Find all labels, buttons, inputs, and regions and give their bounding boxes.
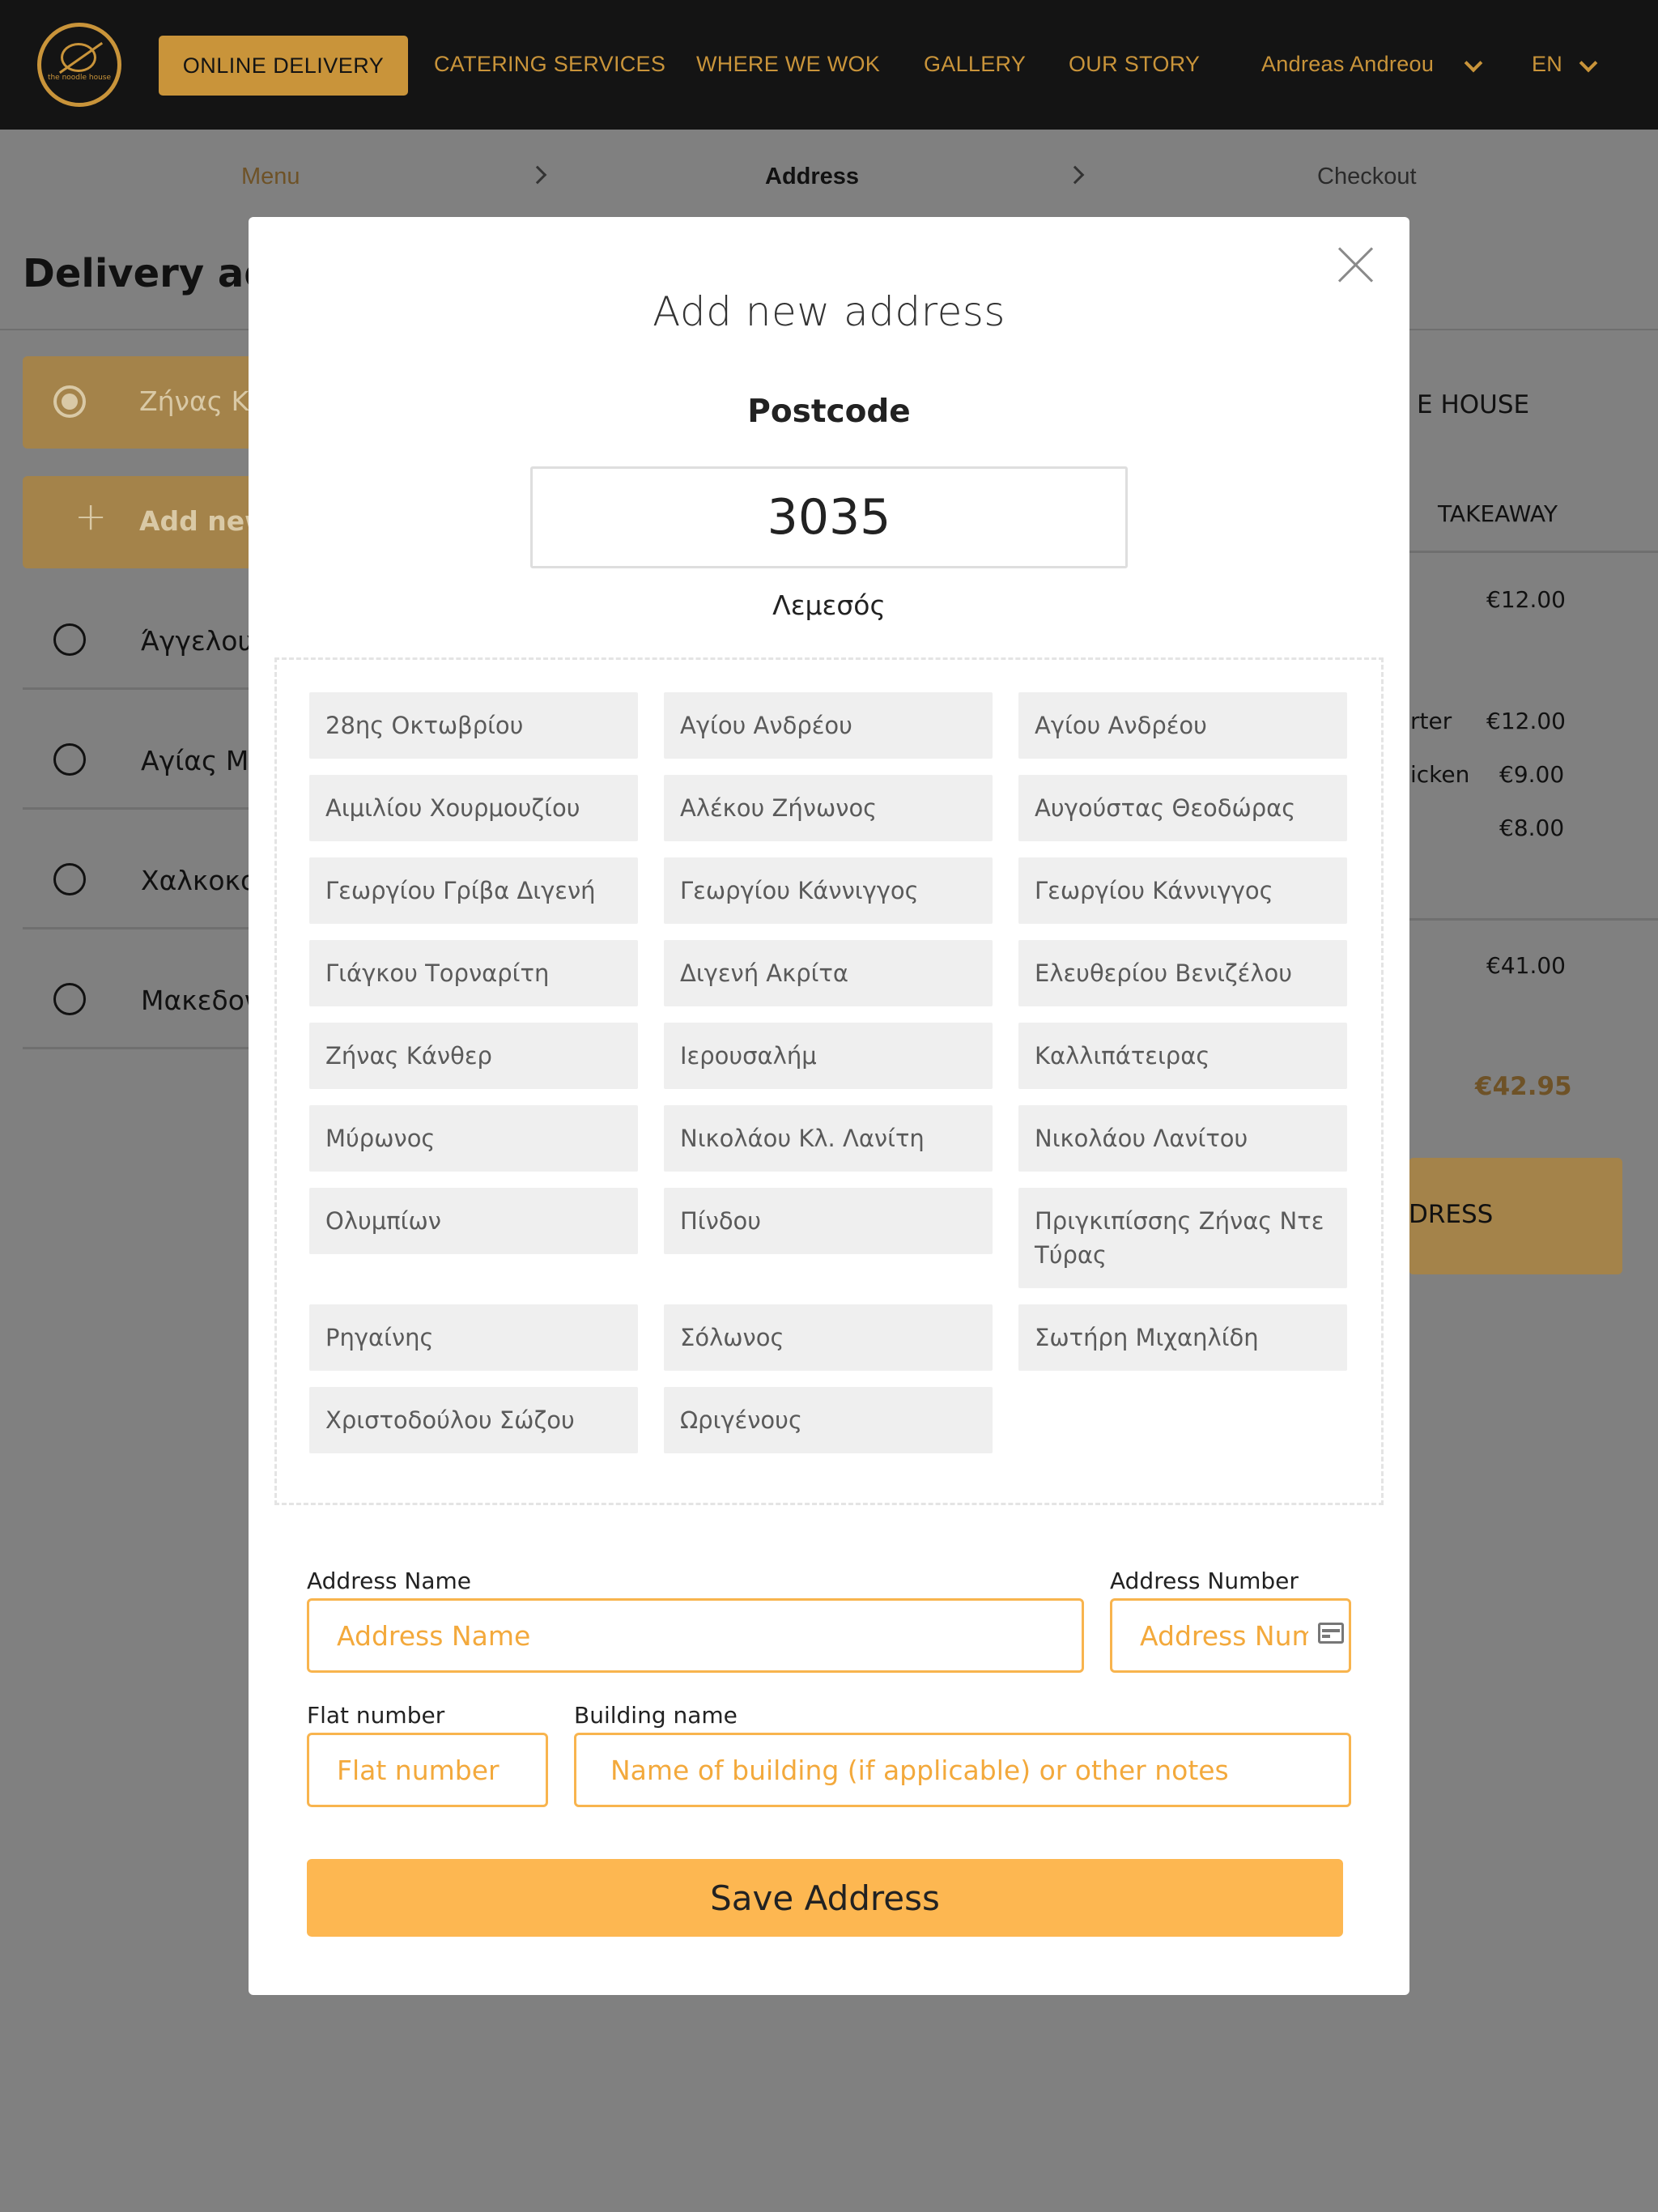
modal-title: Add new address: [653, 288, 1005, 335]
radio-icon[interactable]: [53, 863, 86, 895]
street-option[interactable]: Χριστοδούλου Σώζου: [309, 1387, 638, 1453]
total-value: €42.95: [1475, 1072, 1572, 1101]
top-navigation: the noodle house ONLINE DELIVERY CATERIN…: [0, 0, 1658, 130]
street-option[interactable]: Σωτήρη Μιχαηλίδη: [1018, 1304, 1347, 1371]
street-option[interactable]: Νικολάου Κλ. Λανίτη: [664, 1105, 993, 1172]
divider: [1409, 918, 1658, 921]
street-option[interactable]: Αυγούστας Θεοδώρας: [1018, 775, 1347, 841]
noodle-bowl-icon: [61, 43, 96, 72]
user-menu[interactable]: Andreas Andreou: [1261, 52, 1434, 77]
radio-icon[interactable]: [53, 983, 86, 1015]
street-option[interactable]: Γεωργίου Κάννιγγος: [664, 857, 993, 924]
plus-icon: +: [74, 494, 108, 539]
nav-online-delivery[interactable]: ONLINE DELIVERY: [159, 36, 408, 96]
building-name-label: Building name: [574, 1702, 738, 1729]
street-option[interactable]: Μύρωνος: [309, 1105, 638, 1172]
address-number-label: Address Number: [1110, 1568, 1299, 1594]
street-option[interactable]: Γεωργίου Κάννιγγος: [1018, 857, 1347, 924]
postcode-label: Postcode: [747, 393, 911, 430]
building-name-input[interactable]: [574, 1733, 1351, 1807]
saved-address-row[interactable]: Μακεδον: [23, 944, 266, 1049]
street-option[interactable]: Ολυμπίων: [309, 1188, 638, 1254]
saved-address-row[interactable]: Άγγελου: [23, 585, 266, 690]
address-name-input[interactable]: [307, 1598, 1084, 1673]
chevron-down-icon[interactable]: [1579, 53, 1598, 73]
item-price: €9.00: [1499, 761, 1565, 788]
saved-address-row[interactable]: Χαλκοκον: [23, 824, 272, 929]
radio-selected-icon: [53, 385, 86, 418]
address-number-input[interactable]: [1110, 1598, 1351, 1673]
street-option[interactable]: Αγίου Ανδρέου: [664, 692, 993, 759]
radio-icon[interactable]: [53, 623, 86, 656]
city-name: Λεμεσός: [772, 589, 886, 621]
language-selector[interactable]: EN: [1532, 52, 1562, 77]
takeaway-tab[interactable]: TAKEAWAY: [1438, 500, 1558, 527]
radio-dot: [62, 393, 78, 410]
street-option[interactable]: Γεωργίου Γρίβα Διγενή: [309, 857, 638, 924]
street-option[interactable]: Νικολάου Λανίτου: [1018, 1105, 1347, 1172]
saved-address-row[interactable]: Αγίας Μα: [23, 704, 266, 810]
street-option[interactable]: Σόλωνος: [664, 1304, 993, 1371]
flat-number-input[interactable]: [307, 1733, 548, 1807]
street-option[interactable]: 28ης Οκτωβρίου: [309, 692, 638, 759]
item-name: rter: [1410, 708, 1452, 734]
street-option[interactable]: Πίνδου: [664, 1188, 993, 1254]
add-new-address-button[interactable]: + Add new: [23, 476, 270, 568]
street-option[interactable]: Ζήνας Κάνθερ: [309, 1023, 638, 1089]
autofill-card-icon[interactable]: [1318, 1623, 1344, 1644]
item-price: €12.00: [1486, 708, 1566, 734]
item-price: €12.00: [1486, 586, 1566, 613]
cta-label: DRESS: [1409, 1200, 1494, 1229]
street-option[interactable]: Γιάγκου Τορναρίτη: [309, 940, 638, 1006]
nav-catering-services[interactable]: CATERING SERVICES: [434, 52, 665, 77]
street-option[interactable]: Αιμιλίου Χουρμουζίου: [309, 775, 638, 841]
street-option[interactable]: Αγίου Ανδρέου: [1018, 692, 1347, 759]
divider: [1409, 551, 1658, 553]
saved-address-label: Αγίας Μα: [141, 745, 267, 776]
street-option[interactable]: Καλλιπάτειρας: [1018, 1023, 1347, 1089]
address-label: Ζήνας Κά: [139, 385, 266, 417]
postcode-input[interactable]: [530, 466, 1128, 568]
selected-address-card[interactable]: Ζήνας Κά: [23, 356, 266, 449]
chevron-down-icon[interactable]: [1464, 53, 1483, 73]
street-option[interactable]: Ελευθερίου Βενιζέλου: [1018, 940, 1347, 1006]
street-option[interactable]: Ιερουσαλήμ: [664, 1023, 993, 1089]
saved-address-label: Μακεδον: [141, 985, 260, 1016]
street-option[interactable]: Αλέκου Ζήνωνος: [664, 775, 993, 841]
street-option[interactable]: Ρηγαίνης: [309, 1304, 638, 1371]
step-address: Address: [765, 164, 860, 189]
step-checkout: Checkout: [1317, 164, 1417, 189]
add-address-modal: Add new address Postcode Λεμεσός 28ης Οκ…: [249, 217, 1409, 1995]
saved-address-label: Άγγελου: [141, 625, 253, 657]
restaurant-name: E HOUSE: [1417, 390, 1530, 419]
street-option[interactable]: Πριγκιπίσσης Ζήνας Ντε Τύρας: [1018, 1188, 1347, 1288]
logo-text: the noodle house: [47, 74, 112, 82]
chevron-right-icon: [1065, 165, 1085, 185]
item-price: €8.00: [1499, 815, 1565, 841]
nav-where-we-wok[interactable]: WHERE WE WOK: [696, 52, 880, 77]
address-name-label: Address Name: [307, 1568, 472, 1594]
street-option[interactable]: Διγενή Ακρίτα: [664, 940, 993, 1006]
save-address-button[interactable]: Save Address: [307, 1859, 1343, 1937]
logo[interactable]: the noodle house: [37, 23, 121, 107]
item-name: icken: [1410, 761, 1470, 788]
step-menu[interactable]: Menu: [241, 164, 300, 190]
nav-gallery[interactable]: GALLERY: [924, 52, 1026, 77]
close-icon[interactable]: [1337, 246, 1374, 283]
flat-number-label: Flat number: [307, 1702, 445, 1729]
nav-our-story[interactable]: OUR STORY: [1069, 52, 1200, 77]
chevron-right-icon: [528, 165, 547, 185]
subtotal-value: €41.00: [1486, 952, 1566, 979]
street-option[interactable]: Ωριγένους: [664, 1387, 993, 1453]
choose-address-button[interactable]: DRESS: [1409, 1158, 1622, 1274]
street-list: 28ης Οκτωβρίου Αγίου Ανδρέου Αγίου Ανδρέ…: [274, 657, 1384, 1505]
radio-icon[interactable]: [53, 743, 86, 776]
checkout-steps: Menu Address Checkout: [0, 130, 1658, 219]
